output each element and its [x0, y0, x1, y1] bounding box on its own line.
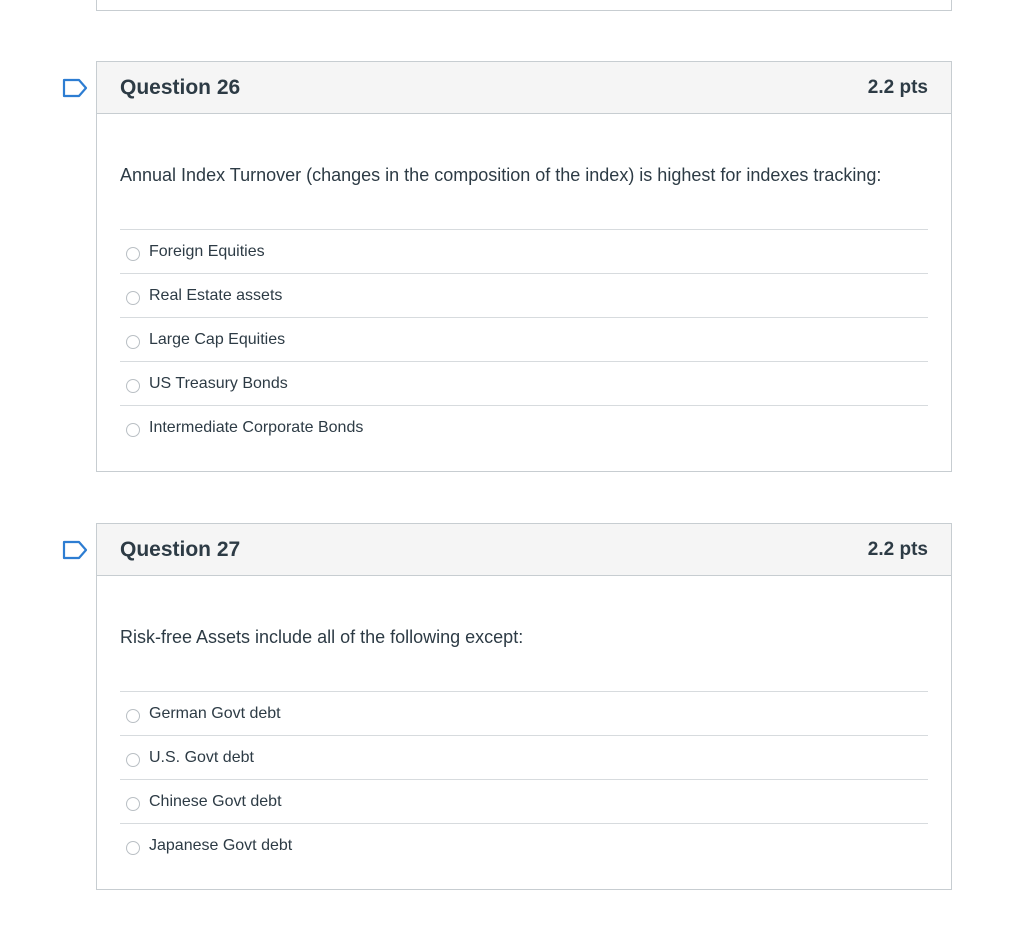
flag-question-27-icon[interactable]	[62, 539, 88, 561]
radio-unchecked-icon[interactable]	[126, 246, 140, 261]
answer-option[interactable]: Foreign Equities	[120, 230, 928, 274]
answer-option[interactable]: US Treasury Bonds	[120, 362, 928, 406]
answer-option[interactable]: Japanese Govt debt	[120, 824, 928, 867]
question-card-27: Question 27 2.2 pts Risk-free Assets inc…	[62, 523, 952, 890]
question-title: Question 26	[120, 75, 241, 99]
answer-option[interactable]: German Govt debt	[120, 692, 928, 736]
answer-list: German Govt debt U.S. Govt debt Chinese …	[120, 691, 928, 867]
radio-unchecked-icon[interactable]	[126, 796, 140, 811]
answer-option[interactable]: Intermediate Corporate Bonds	[120, 406, 928, 449]
question-text: Annual Index Turnover (changes in the co…	[120, 165, 882, 185]
answer-option[interactable]: Real Estate assets	[120, 274, 928, 318]
question-points: 2.2 pts	[867, 76, 928, 98]
radio-unchecked-icon[interactable]	[126, 752, 140, 767]
answer-label: Chinese Govt debt	[149, 792, 282, 810]
answer-label: Japanese Govt debt	[149, 836, 293, 854]
answer-option[interactable]: Chinese Govt debt	[120, 780, 928, 824]
radio-unchecked-icon[interactable]	[126, 334, 140, 349]
question-points: 2.2 pts	[867, 538, 928, 560]
radio-unchecked-icon[interactable]	[126, 378, 140, 393]
radio-unchecked-icon[interactable]	[126, 422, 140, 437]
radio-unchecked-icon[interactable]	[126, 290, 140, 305]
question-text: Risk-free Assets include all of the foll…	[120, 627, 524, 647]
answer-label: Real Estate assets	[149, 286, 283, 304]
question-body: Annual Index Turnover (changes in the co…	[97, 114, 951, 449]
flag-question-26-icon[interactable]	[62, 77, 88, 99]
answer-label: Intermediate Corporate Bonds	[149, 418, 364, 436]
answer-list: Foreign Equities Real Estate assets Larg…	[120, 229, 928, 449]
question-header: Question 27 2.2 pts	[97, 524, 951, 576]
radio-unchecked-icon[interactable]	[126, 840, 140, 855]
answer-option[interactable]: Large Cap Equities	[120, 318, 928, 362]
question-header: Question 26 2.2 pts	[97, 62, 951, 114]
question-card-26: Question 26 2.2 pts Annual Index Turnove…	[62, 61, 952, 472]
radio-unchecked-icon[interactable]	[126, 708, 140, 723]
answer-label: US Treasury Bonds	[149, 374, 288, 392]
answer-option[interactable]: U.S. Govt debt	[120, 736, 928, 780]
question-body: Risk-free Assets include all of the foll…	[97, 576, 951, 867]
previous-question-card-bottom	[96, 0, 952, 11]
answer-label: Large Cap Equities	[149, 330, 286, 348]
question-title: Question 27	[120, 537, 241, 561]
answer-label: U.S. Govt debt	[149, 748, 254, 766]
answer-label: Foreign Equities	[149, 242, 265, 260]
answer-label: German Govt debt	[149, 704, 281, 722]
